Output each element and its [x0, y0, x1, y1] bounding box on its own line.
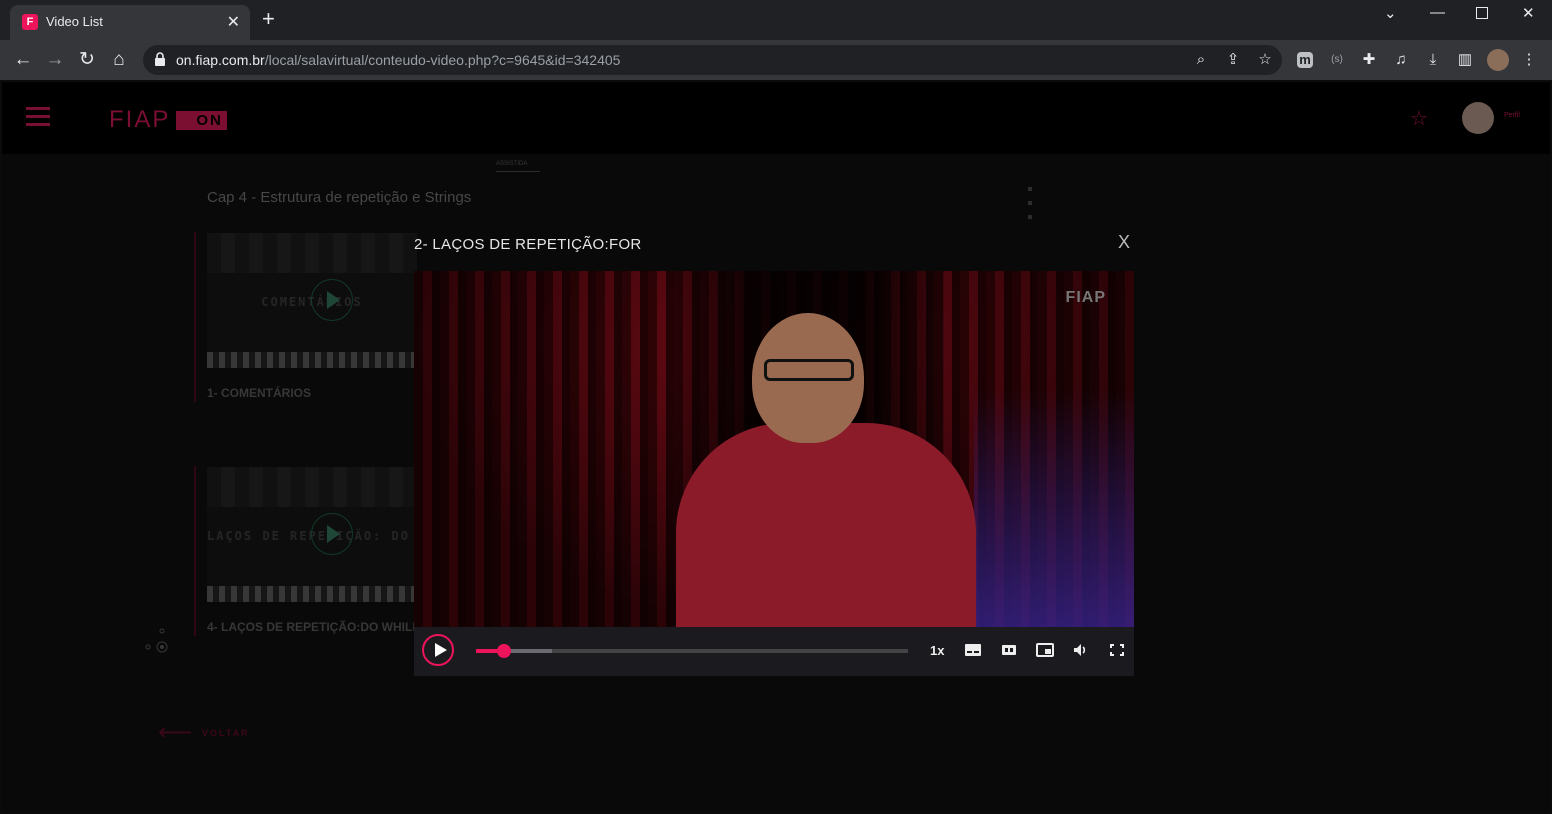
browser-tabstrip: F Video List ✕ + ⌄ — ✕ — [0, 0, 1552, 40]
fullscreen-icon[interactable] — [1108, 643, 1126, 657]
new-tab-button[interactable]: + — [262, 8, 275, 30]
back-arrow-icon[interactable]: ← — [12, 49, 34, 71]
url-path: /local/salavirtual/conteudo-video.php?c=… — [264, 52, 621, 68]
tab-favicon-icon: F — [22, 14, 38, 30]
lock-icon — [155, 52, 165, 66]
side-panel-icon[interactable]: ▥ — [1455, 49, 1475, 71]
subtitles-icon[interactable] — [964, 643, 982, 657]
home-icon[interactable]: ⌂ — [108, 49, 130, 71]
maximize-button[interactable] — [1476, 7, 1488, 19]
address-bar[interactable]: on.fiap.com.br/local/salavirtual/conteud… — [143, 45, 1282, 75]
play-button[interactable] — [422, 634, 454, 666]
logo-text: FIAP — [109, 106, 171, 133]
browser-menu-icon[interactable]: ⋮ — [1519, 49, 1539, 71]
user-avatar[interactable] — [1462, 102, 1494, 134]
browser-toolbar: ← → ↻ ⌂ on.fiap.com.br/local/salavirtual… — [0, 40, 1552, 80]
tab-title: Video List — [46, 14, 103, 29]
page-content: FIAP ON ☆ Perfil ASSISTIDA Cap 4 - Estrut… — [2, 82, 1550, 812]
share-icon[interactable]: ⇪ — [1224, 51, 1242, 69]
extensions-puzzle-icon[interactable]: ✚ — [1359, 49, 1379, 71]
close-icon[interactable]: X — [1118, 232, 1130, 253]
browser-profile-avatar[interactable] — [1487, 49, 1509, 71]
browser-tab[interactable]: F Video List ✕ — [10, 5, 250, 40]
video-glow — [974, 391, 1134, 627]
progress-bar[interactable] — [476, 644, 908, 658]
video-modal: 2- LAÇOS DE REPETIÇÃO:FOR X FIAP 1x — [414, 230, 1134, 676]
playback-speed-button[interactable]: 1x — [930, 643, 944, 658]
video-player[interactable]: FIAP 1x — [414, 271, 1134, 676]
picture-in-picture-icon[interactable] — [1036, 643, 1054, 657]
media-queue-icon[interactable]: ♫ — [1391, 49, 1411, 71]
forward-arrow-icon[interactable]: → — [44, 49, 66, 71]
url-text: on.fiap.com.br/local/salavirtual/conteud… — [176, 52, 620, 68]
url-host: on.fiap.com.br — [176, 52, 265, 68]
volume-icon[interactable] — [1072, 643, 1090, 657]
download-icon[interactable]: ⤓ — [1423, 49, 1443, 71]
tab-search-icon[interactable]: ⌄ — [1384, 4, 1397, 22]
minimize-button[interactable]: — — [1430, 4, 1445, 21]
fiap-on-logo[interactable]: FIAP ON — [109, 106, 227, 134]
presenter-glasses — [764, 359, 854, 381]
profile-label[interactable]: Perfil — [1504, 112, 1520, 119]
bookmark-star-icon[interactable]: ☆ — [1256, 51, 1274, 69]
reload-icon[interactable]: ↻ — [76, 49, 98, 71]
modal-title: 2- LAÇOS DE REPETIÇÃO:FOR — [414, 236, 642, 253]
hd-quality-icon[interactable] — [1000, 643, 1018, 657]
presenter-body — [676, 423, 976, 633]
video-watermark: FIAP — [1065, 289, 1106, 306]
tab-close-icon[interactable]: ✕ — [227, 12, 240, 32]
zoom-icon[interactable]: ⌕ — [1192, 51, 1210, 69]
player-controls: 1x — [414, 627, 1134, 676]
progress-handle[interactable] — [497, 644, 512, 658]
logo-badge: ON — [176, 111, 227, 131]
window-close-button[interactable]: ✕ — [1522, 4, 1535, 22]
site-header: FIAP ON ☆ Perfil — [2, 82, 1550, 154]
extension-m-icon[interactable]: m — [1297, 52, 1313, 68]
extension-braces-icon[interactable]: (s) — [1327, 49, 1347, 71]
hamburger-menu-icon[interactable] — [26, 107, 50, 127]
favorites-star-icon[interactable]: ☆ — [1410, 106, 1428, 131]
